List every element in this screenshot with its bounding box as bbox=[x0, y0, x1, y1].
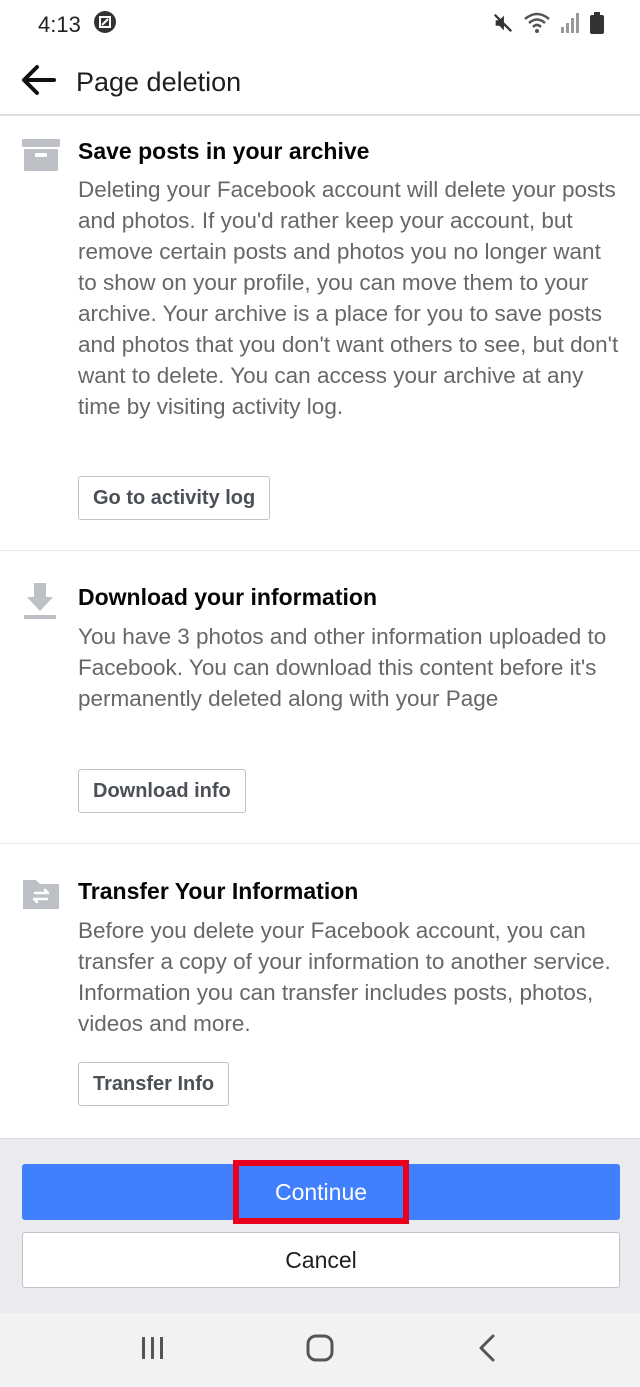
back-icon bbox=[478, 1334, 496, 1367]
transfer-title: Transfer Your Information bbox=[78, 878, 359, 904]
download-info-button[interactable]: Download info bbox=[78, 769, 246, 813]
wifi-icon bbox=[524, 12, 550, 39]
download-body: You have 3 photos and other information … bbox=[78, 624, 607, 711]
page-title: Page deletion bbox=[76, 66, 242, 97]
status-right bbox=[492, 11, 604, 39]
download-section: Download your information You have 3 pho… bbox=[0, 551, 640, 844]
archive-title: Save posts in your archive bbox=[78, 138, 370, 164]
status-bar: 4:13 bbox=[0, 0, 640, 50]
home-icon bbox=[306, 1334, 334, 1367]
recent-apps-icon bbox=[140, 1336, 166, 1365]
download-title: Download your information bbox=[78, 584, 377, 610]
status-time: 4:13 bbox=[38, 12, 81, 37]
footer: Continue Cancel bbox=[0, 1138, 640, 1313]
system-back-button[interactable] bbox=[457, 1320, 517, 1380]
transfer-info-button[interactable]: Transfer Info bbox=[78, 1062, 230, 1106]
transfer-body: Before you delete your Facebook account,… bbox=[78, 918, 611, 1036]
continue-label: Continue bbox=[233, 1160, 409, 1224]
cancel-button[interactable]: Cancel bbox=[22, 1232, 620, 1288]
folder-transfer-icon bbox=[22, 876, 60, 914]
app-bar: Page deletion bbox=[0, 50, 640, 116]
arrow-left-icon bbox=[20, 64, 56, 101]
archive-section: Save posts in your archive Deleting your… bbox=[0, 117, 640, 551]
recent-apps-button[interactable] bbox=[123, 1320, 183, 1380]
battery-icon bbox=[590, 11, 604, 39]
continue-button[interactable]: Continue bbox=[22, 1160, 620, 1224]
system-nav-bar bbox=[0, 1313, 640, 1387]
status-left: 4:13 bbox=[38, 10, 117, 40]
back-button[interactable] bbox=[0, 49, 76, 115]
mute-icon bbox=[492, 12, 514, 39]
notification-icon bbox=[93, 10, 117, 40]
download-icon bbox=[22, 581, 60, 619]
go-to-activity-log-button[interactable]: Go to activity log bbox=[78, 476, 271, 520]
signal-icon bbox=[560, 12, 580, 39]
archive-body: Deleting your Facebook account will dele… bbox=[78, 177, 619, 419]
transfer-section: Transfer Your Information Before you del… bbox=[0, 844, 640, 1138]
home-button[interactable] bbox=[290, 1320, 350, 1380]
archive-box-icon bbox=[22, 139, 60, 177]
